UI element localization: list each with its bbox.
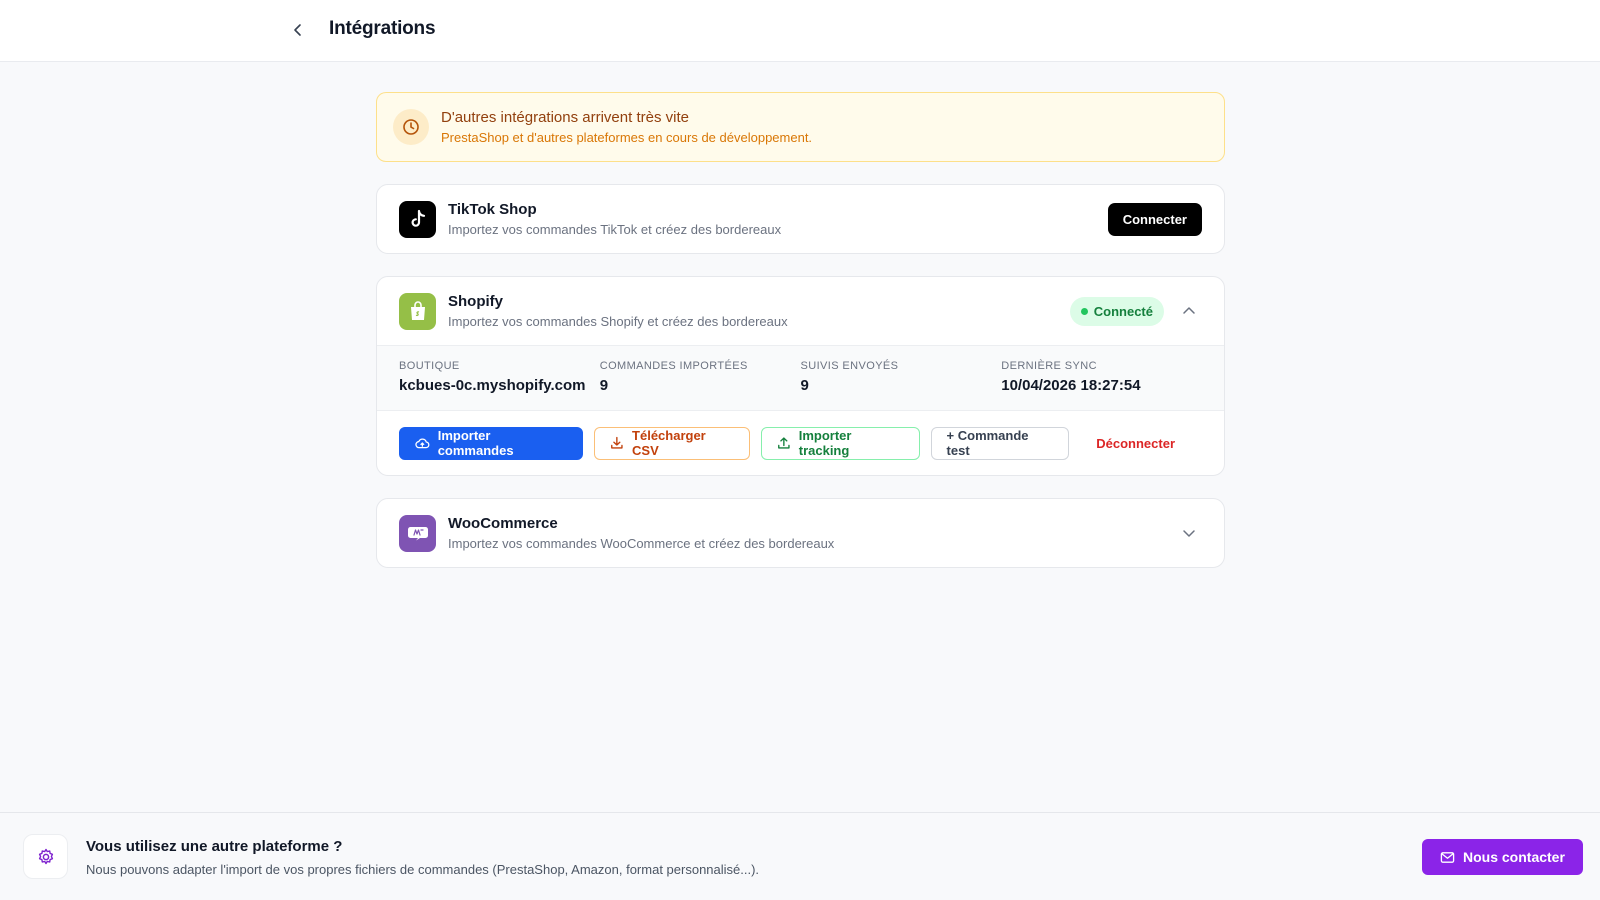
integration-card-shopify: Shopify Importez vos commandes Shopify e… bbox=[376, 276, 1225, 476]
mail-icon bbox=[1440, 851, 1455, 863]
import-orders-button[interactable]: Importer commandes bbox=[399, 426, 584, 460]
integrations-container: D'autres intégrations arrivent très vite… bbox=[376, 92, 1225, 568]
integration-title: WooCommerce bbox=[448, 515, 558, 532]
button-label: Télécharger CSV bbox=[632, 428, 706, 458]
other-platform-footer: Vous utilisez une autre plateforme ? Nou… bbox=[0, 812, 1600, 900]
status-badge: Connecté bbox=[1069, 296, 1164, 326]
stat-value: kcbues-0c.myshopify.com bbox=[399, 377, 586, 394]
footer-description: Nous pouvons adapter l'import de vos pro… bbox=[86, 862, 760, 877]
integration-description: Importez vos commandes Shopify et créez … bbox=[448, 314, 788, 329]
stat-label: BOUTIQUE bbox=[399, 360, 460, 372]
status-label: Connecté bbox=[1093, 303, 1153, 319]
clock-icon bbox=[393, 109, 429, 145]
upload-icon bbox=[778, 437, 790, 449]
stat-label: COMMANDES IMPORTÉES bbox=[599, 360, 748, 372]
shopify-bag-icon bbox=[399, 292, 436, 330]
button-label: Importer commandes bbox=[437, 428, 514, 458]
stat-label: SUIVIS ENVOYÉS bbox=[800, 360, 899, 372]
download-csv-button[interactable]: Télécharger CSV bbox=[594, 426, 751, 460]
notice-subtitle: PrestaShop et d'autres plateformes en co… bbox=[441, 130, 813, 145]
stat-label: DERNIÈRE SYNC bbox=[1001, 360, 1097, 372]
chevron-down-icon bbox=[1183, 530, 1195, 537]
stat-value: 10/04/2026 18:27:54 bbox=[1001, 377, 1141, 394]
page-title: Intégrations bbox=[329, 18, 436, 39]
status-dot bbox=[1080, 307, 1088, 315]
disconnect-button[interactable]: Déconnecter bbox=[1080, 426, 1191, 460]
integration-description: Importez vos commandes TikTok et créez d… bbox=[448, 222, 782, 237]
shopify-stats: BOUTIQUE kcbues-0c.myshopify.com COMMAND… bbox=[377, 345, 1224, 411]
footer-title: Vous utilisez une autre plateforme ? bbox=[86, 838, 343, 855]
stat-value: 9 bbox=[800, 377, 809, 394]
expand-woocommerce-button[interactable] bbox=[1176, 520, 1202, 546]
button-label: Importer tracking bbox=[798, 428, 852, 458]
integration-card-woocommerce: WooCommerce Importez vos commandes WooCo… bbox=[376, 498, 1225, 568]
stat-last-sync: DERNIÈRE SYNC 10/04/2026 18:27:54 bbox=[1001, 360, 1202, 410]
button-label: Nous contacter bbox=[1463, 849, 1565, 865]
woocommerce-logo-icon bbox=[399, 514, 436, 552]
test-order-button[interactable]: + Commande test bbox=[930, 426, 1070, 460]
gear-icon bbox=[23, 834, 68, 879]
tiktok-logo-icon bbox=[399, 200, 436, 238]
top-bar: Intégrations bbox=[0, 0, 1600, 62]
contact-us-button[interactable]: Nous contacter bbox=[1422, 839, 1583, 875]
import-tracking-button[interactable]: Importer tracking bbox=[761, 426, 920, 460]
connect-tiktok-button[interactable]: Connecter bbox=[1107, 202, 1202, 236]
cloud-upload-icon bbox=[415, 437, 430, 448]
chevron-up-icon bbox=[1183, 307, 1195, 314]
collapse-shopify-button[interactable] bbox=[1176, 298, 1202, 324]
download-icon bbox=[611, 436, 623, 449]
shopify-actions: Importer commandes Télécharger CSV Impor… bbox=[377, 411, 1224, 475]
stat-value: 9 bbox=[599, 377, 609, 394]
notice-title: D'autres intégrations arrivent très vite bbox=[441, 109, 689, 126]
chevron-left-icon bbox=[294, 24, 301, 36]
stat-imported-orders: COMMANDES IMPORTÉES 9 bbox=[600, 360, 801, 410]
back-button[interactable] bbox=[286, 18, 310, 42]
upcoming-integrations-notice: D'autres intégrations arrivent très vite… bbox=[376, 92, 1225, 162]
integration-description: Importez vos commandes WooCommerce et cr… bbox=[448, 536, 835, 551]
integration-card-tiktok: TikTok Shop Importez vos commandes TikTo… bbox=[376, 184, 1225, 254]
integration-title: TikTok Shop bbox=[448, 201, 537, 218]
stat-shop: BOUTIQUE kcbues-0c.myshopify.com bbox=[399, 360, 600, 410]
integration-title: Shopify bbox=[448, 293, 503, 310]
stat-tracking-sent: SUIVIS ENVOYÉS 9 bbox=[801, 360, 1002, 410]
